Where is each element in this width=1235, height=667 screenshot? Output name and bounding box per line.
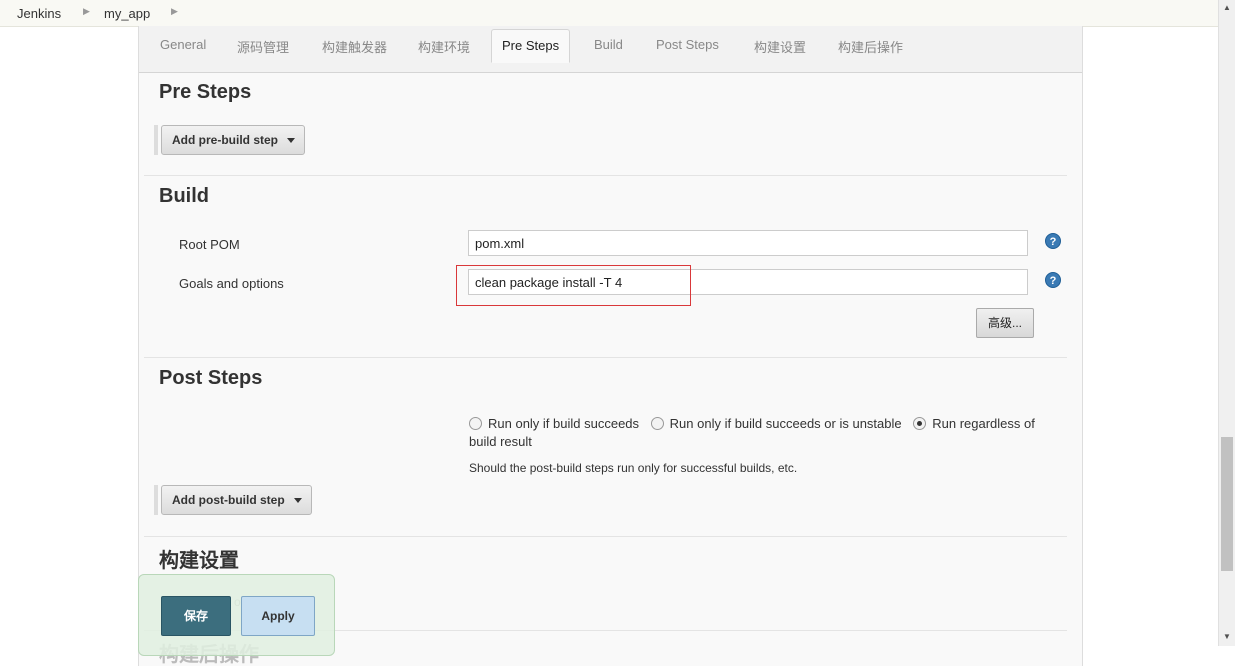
radio-option-success[interactable]: Run only if build succeeds xyxy=(469,416,639,431)
breadcrumb-chevron-icon[interactable]: ▶ xyxy=(83,6,90,17)
radio-label: Run only if build succeeds xyxy=(488,416,640,431)
help-icon[interactable]: ? xyxy=(1045,272,1061,288)
scroll-down-arrow-icon[interactable]: ▼ xyxy=(1223,632,1231,641)
tab-build-settings[interactable]: 构建设置 xyxy=(754,37,806,56)
config-panel: General 源码管理 构建触发器 构建环境 Pre Steps Build … xyxy=(138,26,1083,666)
add-pre-build-step-label: Add pre-build step xyxy=(172,133,278,147)
post-steps-run-condition: Run only if build succeeds Run only if b… xyxy=(469,415,1049,451)
build-heading: Build xyxy=(159,185,209,207)
goals-options-label: Goals and options xyxy=(179,276,284,291)
radio-option-success-or-unstable[interactable]: Run only if build succeeds or is unstabl… xyxy=(650,416,902,431)
tab-post-build-actions[interactable]: 构建后操作 xyxy=(838,37,903,56)
save-apply-bar: 保存 Apply xyxy=(138,574,335,656)
section-divider xyxy=(144,357,1067,358)
post-steps-hint: Should the post-build steps run only for… xyxy=(469,461,798,475)
caret-down-icon xyxy=(287,138,295,143)
tab-build-triggers[interactable]: 构建触发器 xyxy=(322,37,387,56)
drag-handle[interactable] xyxy=(154,125,158,155)
breadcrumb-chevron-icon[interactable]: ▶ xyxy=(171,6,178,17)
post-steps-heading: Post Steps xyxy=(159,367,263,389)
scrollbar-thumb[interactable] xyxy=(1221,437,1233,571)
vertical-scrollbar[interactable]: ▲ ▼ xyxy=(1218,0,1235,646)
tab-post-steps[interactable]: Post Steps xyxy=(656,37,719,52)
apply-button[interactable]: Apply xyxy=(241,596,315,636)
goals-options-input[interactable]: clean package install -T 4 xyxy=(468,269,1028,295)
scroll-up-arrow-icon[interactable]: ▲ xyxy=(1223,3,1231,12)
tab-scm[interactable]: 源码管理 xyxy=(237,37,289,56)
breadcrumb: Jenkins ▶ my_app ▶ xyxy=(0,0,1218,27)
add-post-build-step-button[interactable]: Add post-build step xyxy=(161,485,312,515)
add-pre-build-step-button[interactable]: Add pre-build step xyxy=(161,125,305,155)
tab-build-environment[interactable]: 构建环境 xyxy=(418,37,470,56)
tab-pre-steps[interactable]: Pre Steps xyxy=(491,29,571,63)
breadcrumb-item-project[interactable]: my_app xyxy=(104,6,150,21)
save-button[interactable]: 保存 xyxy=(161,596,231,636)
root-pom-label: Root POM xyxy=(179,237,240,252)
drag-handle[interactable] xyxy=(154,485,158,515)
config-tabbar: General 源码管理 构建触发器 构建环境 Pre Steps Build … xyxy=(139,26,1082,73)
tab-general[interactable]: General xyxy=(160,37,206,52)
breadcrumb-item-jenkins[interactable]: Jenkins xyxy=(17,6,61,21)
help-icon[interactable]: ? xyxy=(1045,233,1061,249)
section-divider xyxy=(144,175,1067,176)
radio-label: Run only if build succeeds or is unstabl… xyxy=(669,416,902,431)
section-divider xyxy=(144,536,1067,537)
advanced-button[interactable]: 高级... xyxy=(976,308,1034,338)
tab-build[interactable]: Build xyxy=(594,37,623,52)
radio-button-selected-icon[interactable] xyxy=(913,417,927,430)
radio-button-icon[interactable] xyxy=(650,417,664,430)
pre-steps-heading: Pre Steps xyxy=(159,81,252,103)
radio-button-icon[interactable] xyxy=(469,417,482,430)
build-settings-heading: 构建设置 xyxy=(159,550,239,572)
root-pom-input[interactable]: pom.xml xyxy=(468,230,1028,256)
caret-down-icon xyxy=(293,498,302,503)
add-post-build-step-label: Add post-build step xyxy=(172,493,285,507)
